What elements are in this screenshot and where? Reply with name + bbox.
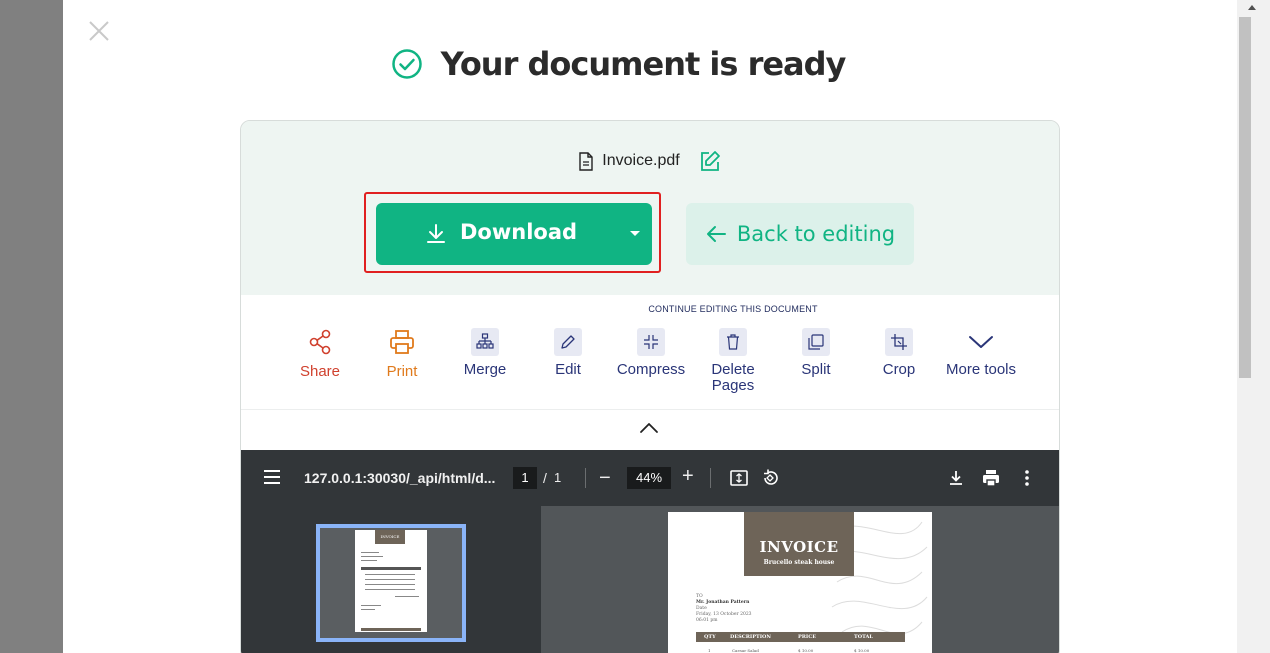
thumbnail-table-header — [361, 567, 421, 570]
file-name: Invoice.pdf — [602, 152, 680, 169]
thumbnail-line — [361, 609, 375, 610]
tool-edit[interactable]: Edit — [523, 328, 613, 378]
page-thumbnail[interactable]: INVOICE — [316, 524, 466, 642]
pdf-toolbar: 127.0.0.1:30030/_api/html/d... 1 / 1 − 4… — [241, 450, 1059, 506]
scroll-up-arrow-icon[interactable] — [1248, 5, 1256, 10]
tool-label: Merge — [463, 361, 507, 378]
merge-icon — [471, 328, 499, 356]
menu-icon[interactable] — [263, 469, 281, 485]
zoom-input[interactable]: 44% — [627, 467, 671, 489]
printer-icon[interactable] — [981, 468, 1001, 488]
edit-filename-icon[interactable] — [698, 149, 722, 173]
thumbnail-line — [361, 605, 381, 606]
thumbnail-line — [395, 596, 419, 597]
caret-down-icon[interactable] — [630, 231, 640, 236]
tool-label: Crop — [882, 361, 916, 378]
column-header: QTY — [704, 634, 716, 640]
pdf-viewer: 127.0.0.1:30030/_api/html/d... 1 / 1 − 4… — [241, 450, 1059, 653]
tool-label: Share — [299, 363, 341, 380]
tool-label: Split — [801, 361, 831, 378]
thumbnail-line — [365, 584, 415, 585]
download-icon[interactable] — [946, 468, 966, 488]
thumbnail-sidebar: INVOICE — [241, 506, 541, 653]
table-cell: Caesar Salad — [732, 648, 759, 653]
filename-row: Invoice.pdf — [241, 149, 1059, 173]
page-total: 1 — [554, 470, 562, 485]
thumbnail-line — [365, 589, 415, 590]
invoice-table-row: 1 Caesar Salad $ 10.00 $ 10.00 — [696, 648, 905, 653]
toolbar-separator — [585, 468, 586, 488]
share-icon — [306, 328, 334, 356]
download-button[interactable]: Download — [376, 203, 652, 265]
tool-split[interactable]: Split — [771, 328, 861, 378]
check-circle-icon — [391, 49, 422, 79]
column-header: PRICE — [798, 634, 817, 640]
split-icon — [802, 328, 830, 356]
tool-label: Print — [386, 363, 418, 380]
pdf-page: INVOICE Brucello steak house TO Mr. Jona… — [668, 512, 932, 653]
invoice-subtitle: Brucello steak house — [763, 559, 835, 566]
close-icon — [89, 21, 109, 41]
tool-merge[interactable]: Merge — [440, 328, 530, 378]
pencil-icon — [554, 328, 582, 356]
thumbnail-line — [361, 560, 377, 561]
invoice-header: INVOICE Brucello steak house — [744, 512, 854, 576]
table-cell: $ 10.00 — [854, 648, 870, 653]
pdf-url: 127.0.0.1:30030/_api/html/d... — [304, 470, 496, 486]
tool-label: Compress — [616, 361, 686, 378]
download-label: Download — [460, 220, 578, 244]
download-icon — [427, 224, 445, 243]
tool-delete-pages[interactable]: Delete Pages — [688, 328, 778, 394]
back-to-editing-label: Back to editing — [736, 222, 896, 246]
tool-share[interactable]: Share — [275, 328, 365, 380]
invoice-recipient: TO Mr. Jonathan Pattern Date Friday, 13 … — [696, 594, 752, 624]
tool-print[interactable]: Print — [357, 328, 447, 380]
more-vertical-icon[interactable] — [1017, 468, 1037, 488]
invoice-table-header: QTY DESCRIPTION PRICE TOTAL — [696, 632, 905, 642]
fit-page-icon[interactable] — [729, 468, 749, 488]
tool-label: Edit — [555, 361, 581, 378]
tool-label: More tools — [945, 361, 1017, 378]
tool-crop[interactable]: Crop — [854, 328, 944, 378]
recipient-time: 06:01 pm — [696, 618, 718, 623]
page-number-input[interactable]: 1 — [513, 467, 537, 489]
toolbar-separator — [710, 468, 711, 488]
invoice-title: INVOICE — [759, 538, 839, 556]
thumbnail-page: INVOICE — [355, 530, 427, 632]
tool-label: Delete Pages — [711, 361, 755, 394]
thumbnail-line — [365, 579, 415, 580]
table-cell: 1 — [708, 648, 711, 653]
compress-icon — [637, 328, 665, 356]
arrow-left-icon — [706, 226, 726, 242]
column-header: DESCRIPTION — [730, 634, 771, 640]
thumbnail-line — [365, 574, 415, 575]
thumbnail-line — [361, 556, 383, 557]
chevron-down-icon — [967, 328, 995, 356]
zoom-in-button[interactable]: + — [682, 465, 694, 488]
chevron-up-icon[interactable] — [638, 421, 660, 435]
back-to-editing-button[interactable]: Back to editing — [686, 203, 914, 265]
close-button[interactable] — [88, 20, 110, 42]
column-header: TOTAL — [854, 634, 873, 640]
table-cell: $ 10.00 — [798, 648, 814, 653]
scrollbar-thumb[interactable] — [1239, 17, 1251, 378]
tool-compress[interactable]: Compress — [606, 328, 696, 378]
rotate-icon[interactable] — [760, 468, 780, 488]
crop-icon — [885, 328, 913, 356]
thumbnail-invoice-header: INVOICE — [375, 530, 405, 544]
continue-editing-label: CONTINUE EDITING THIS DOCUMENT — [648, 304, 818, 314]
thumbnail-line — [361, 552, 379, 553]
page-separator: / — [543, 470, 547, 486]
divider — [241, 409, 1059, 410]
headline: Your document is ready — [0, 45, 1270, 83]
trash-icon — [719, 328, 747, 356]
thumbnail-footer — [361, 628, 421, 631]
printer-icon — [388, 328, 416, 356]
zoom-out-button[interactable]: − — [599, 467, 611, 490]
pdf-page-area: INVOICE Brucello steak house TO Mr. Jona… — [544, 506, 1059, 653]
page-title: Your document is ready — [440, 45, 847, 83]
document-icon — [579, 151, 593, 171]
tool-more-tools[interactable]: More tools — [936, 328, 1026, 378]
document-card: Invoice.pdf Download Back to editing CON… — [240, 120, 1060, 653]
